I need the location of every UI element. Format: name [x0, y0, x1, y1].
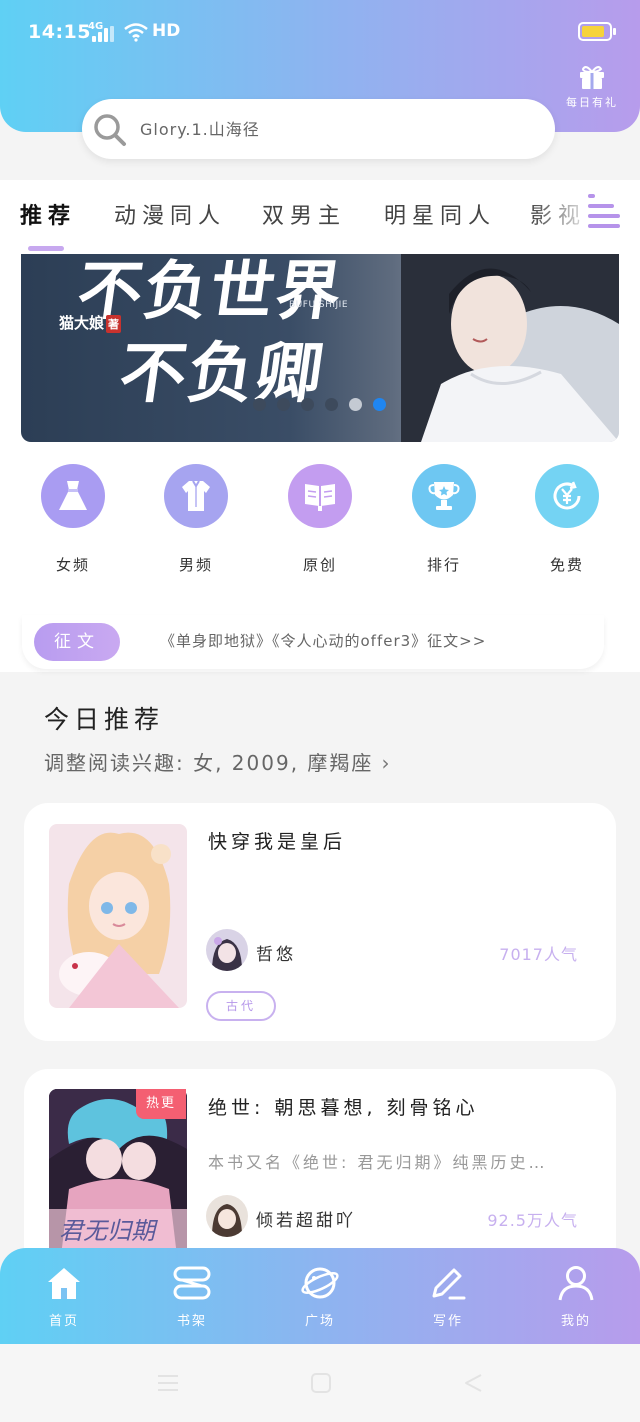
- author-name: 倾若超甜吖: [256, 1211, 356, 1231]
- book-icon: [305, 484, 335, 511]
- category-original[interactable]: 原创: [287, 464, 353, 575]
- popularity-count: 7017人气: [499, 945, 578, 964]
- essay-badge: 征文: [34, 623, 120, 661]
- chevron-right-icon: ›: [381, 751, 392, 775]
- interest-settings-link[interactable]: 调整阅读兴趣: 女, 2009, 摩羯座 ›: [44, 747, 391, 776]
- nav-bookshelf[interactable]: 书架: [152, 1264, 232, 1329]
- banner-character-image: [401, 254, 619, 442]
- author-name: 哲悠: [256, 945, 296, 965]
- interest-text: 调整阅读兴趣: 女, 2009, 摩羯座: [44, 751, 374, 775]
- battery-icon: [578, 22, 616, 41]
- book-card[interactable]: 君无归期 热更 绝世: 朝思暮想, 刻骨铭心 本书又名《绝世: 君无归期》纯黑历…: [24, 1069, 616, 1273]
- svg-text:君无归期: 君无归期: [59, 1217, 158, 1245]
- tab-recommend[interactable]: 推荐: [20, 198, 76, 230]
- recent-apps-icon[interactable]: [156, 1372, 180, 1394]
- dress-icon: [59, 481, 87, 510]
- tab-celebrity[interactable]: 明星同人: [384, 198, 496, 230]
- home-icon: [48, 1268, 80, 1299]
- banner-dot[interactable]: [277, 398, 290, 411]
- hot-badge: 热更: [136, 1089, 186, 1119]
- pen-icon: [432, 1268, 466, 1300]
- menu-dot: [588, 194, 595, 198]
- banner-dot[interactable]: [301, 398, 314, 411]
- category-label: 男频: [178, 556, 213, 574]
- user-icon: [558, 1266, 594, 1301]
- category-male[interactable]: 男频: [163, 464, 229, 575]
- hd-indicator: HD: [152, 21, 181, 41]
- nav-profile[interactable]: 我的: [536, 1264, 616, 1329]
- wifi-icon: [124, 23, 148, 42]
- status-time: 14:15: [28, 21, 91, 43]
- banner-dot[interactable]: [325, 398, 338, 411]
- banner-author: 猫大娘著: [59, 314, 122, 333]
- search-input[interactable]: [140, 113, 530, 145]
- gift-icon: [580, 66, 604, 89]
- nav-label: 写作: [432, 1314, 463, 1329]
- category-free[interactable]: 免费: [534, 464, 600, 575]
- category-tabs: 推荐 动漫同人 双男主 明星同人 影视: [0, 180, 640, 252]
- essay-text[interactable]: 《单身即地狱》《令人心动的offer3》征文>>: [160, 630, 486, 651]
- trophy-icon: [428, 482, 460, 510]
- daily-gift-button[interactable]: 每日有礼: [560, 64, 624, 120]
- category-label: 免费: [549, 556, 584, 574]
- category-label: 原创: [302, 556, 337, 574]
- book-cover: [49, 824, 187, 1008]
- book-description: 本书又名《绝世: 君无归期》纯黑历史…: [208, 1153, 548, 1172]
- genre-tag[interactable]: 古代: [206, 991, 276, 1021]
- tab-bl[interactable]: 双男主: [262, 198, 346, 230]
- bottom-navigation: 首页 书架 广场 写作 我的: [0, 1248, 640, 1344]
- home-key-icon[interactable]: [310, 1372, 332, 1394]
- author-avatar: [206, 929, 248, 971]
- gift-label: 每日有礼: [566, 96, 618, 109]
- book-title[interactable]: 快穿我是皇后: [208, 827, 346, 854]
- category-female[interactable]: 女频: [40, 464, 106, 575]
- nav-write[interactable]: 写作: [408, 1264, 488, 1329]
- back-key-icon[interactable]: [462, 1372, 484, 1394]
- app-screen: 14:15 4G HD 每日有礼 推荐 动漫: [0, 0, 640, 1422]
- bookshelf-icon: [173, 1266, 211, 1300]
- author-avatar: [206, 1195, 248, 1237]
- banner-dot-active[interactable]: [373, 398, 386, 411]
- category-label: 女频: [55, 556, 90, 574]
- shirt-icon: [182, 480, 210, 511]
- nav-plaza[interactable]: 广场: [280, 1264, 360, 1329]
- nav-label: 我的: [560, 1314, 591, 1329]
- category-ranking[interactable]: 排行: [411, 464, 477, 575]
- book-title[interactable]: 绝世: 朝思暮想, 刻骨铭心: [208, 1093, 479, 1120]
- tab-menu-button[interactable]: [586, 194, 624, 236]
- signal-icon: [88, 26, 116, 42]
- yen-icon: [553, 481, 581, 510]
- search-bar[interactable]: [82, 99, 555, 159]
- tab-indicator: [28, 246, 64, 251]
- nav-label: 首页: [48, 1314, 79, 1329]
- search-icon: [94, 114, 126, 146]
- banner-dot[interactable]: [349, 398, 362, 411]
- nav-label: 书架: [176, 1314, 207, 1329]
- tab-anime[interactable]: 动漫同人: [114, 198, 226, 230]
- planet-icon: [301, 1267, 339, 1299]
- section-title: 今日推荐: [44, 705, 165, 734]
- banner-pagination: [253, 396, 397, 411]
- popularity-count: 92.5万人气: [487, 1211, 578, 1230]
- status-bar: 14:15 4G HD: [0, 0, 640, 64]
- banner-small-text: BUFU SHIJIE: [289, 300, 349, 310]
- category-label: 排行: [426, 556, 461, 574]
- nav-home[interactable]: 首页: [24, 1264, 104, 1329]
- book-card[interactable]: 快穿我是皇后 哲悠 7017人气 古代: [24, 803, 616, 1041]
- banner-dot[interactable]: [253, 398, 266, 411]
- essay-contest-strip[interactable]: 征文 《单身即地狱》《令人心动的offer3》征文>>: [22, 615, 604, 669]
- nav-label: 广场: [304, 1314, 335, 1329]
- system-navigation-bar: [0, 1344, 640, 1422]
- promo-banner[interactable]: 不负世界 猫大娘著 BUFU SHIJIE 不负卿: [21, 254, 619, 442]
